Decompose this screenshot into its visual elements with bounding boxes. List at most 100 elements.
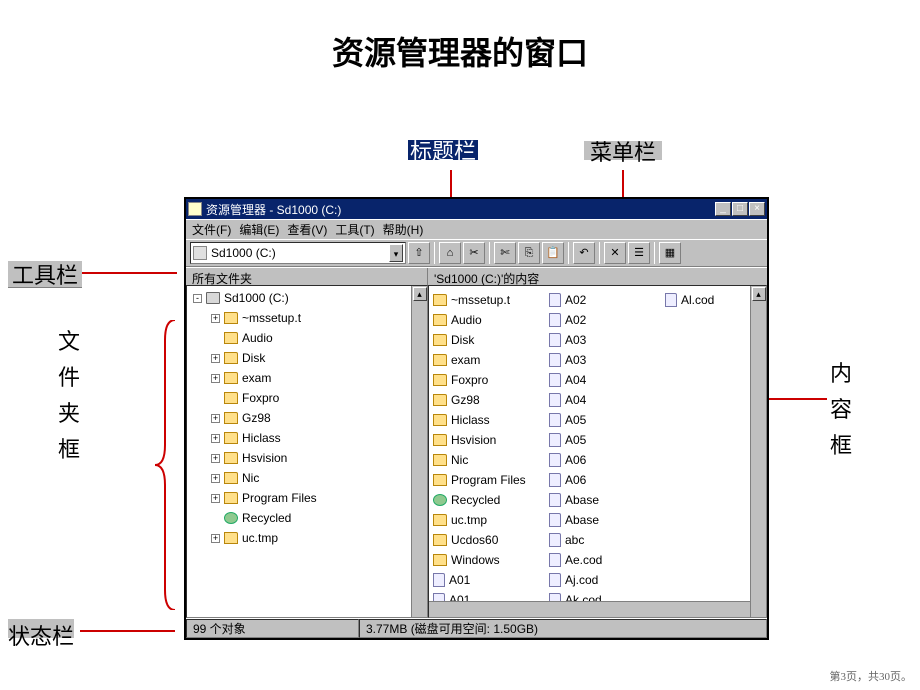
- expand-icon[interactable]: +: [211, 434, 220, 443]
- scrollbar-vertical[interactable]: ▴: [411, 286, 427, 617]
- content-list-pane[interactable]: ~mssetup.tAudioDiskexamFoxpro Gz98 Hiclass…: [428, 285, 767, 618]
- expand-icon[interactable]: +: [211, 534, 220, 543]
- pane-headers: 所有文件夹 'Sd1000 (C:)'的内容: [186, 267, 767, 285]
- list-item-label: Ucdos60: [451, 533, 498, 547]
- menu-edit[interactable]: 编辑(E): [239, 221, 279, 238]
- list-item[interactable]: Abase: [549, 510, 665, 530]
- expand-icon[interactable]: +: [211, 314, 220, 323]
- list-item[interactable]: abc: [549, 530, 665, 550]
- scrollbar-horizontal[interactable]: [429, 601, 750, 617]
- folder-icon: [224, 532, 238, 544]
- views-button[interactable]: ▦: [659, 242, 681, 264]
- list-item[interactable]: Foxpro: [433, 370, 549, 390]
- chevron-down-icon[interactable]: ▾: [389, 244, 403, 262]
- list-item[interactable]: Audio: [433, 310, 549, 330]
- list-item[interactable]: Hsvision: [433, 430, 549, 450]
- list-item[interactable]: Windows: [433, 550, 549, 570]
- cut-button[interactable]: ✄: [494, 242, 516, 264]
- tree-node[interactable]: Audio: [193, 328, 425, 348]
- list-item-label: A05: [565, 433, 586, 447]
- folder-icon: [433, 454, 447, 466]
- expand-icon[interactable]: +: [211, 354, 220, 363]
- separator: [599, 242, 600, 264]
- folder-tree-pane[interactable]: -Sd1000 (C:)+~mssetup.tAudio+Disk+examFo…: [186, 285, 428, 618]
- undo-button[interactable]: ↶: [573, 242, 595, 264]
- callout-toolbar: 工具栏: [8, 260, 82, 288]
- tree-node-label: Foxpro: [242, 388, 279, 408]
- folder-icon: [433, 374, 447, 386]
- scroll-up-icon[interactable]: ▴: [413, 287, 427, 301]
- expand-icon[interactable]: +: [211, 474, 220, 483]
- tree-node[interactable]: +Program Files: [193, 488, 425, 508]
- properties-button[interactable]: ☰: [628, 242, 650, 264]
- folder-icon: [224, 312, 238, 324]
- list-item[interactable]: Hiclass: [433, 410, 549, 430]
- slide-title: 资源管理器的窗口: [0, 0, 920, 74]
- menubar: 文件(F) 编辑(E) 查看(V) 工具(T) 帮助(H): [186, 219, 767, 239]
- menu-file[interactable]: 文件(F): [192, 221, 231, 238]
- list-item[interactable]: Gz98: [433, 390, 549, 410]
- list-item[interactable]: Ae.cod: [549, 550, 665, 570]
- list-item[interactable]: A05: [549, 410, 665, 430]
- menu-view[interactable]: 查看(V): [287, 221, 327, 238]
- delete-button[interactable]: ✕: [604, 242, 626, 264]
- list-item[interactable]: A05: [549, 430, 665, 450]
- address-combo[interactable]: Sd1000 (C:) ▾: [190, 242, 406, 264]
- separator: [489, 242, 490, 264]
- list-item[interactable]: Ucdos60: [433, 530, 549, 550]
- expand-icon[interactable]: +: [211, 374, 220, 383]
- up-button[interactable]: ⇧: [408, 242, 430, 264]
- list-item[interactable]: A02: [549, 290, 665, 310]
- map-drive-button[interactable]: ⌂: [439, 242, 461, 264]
- tree-node[interactable]: + Gz98: [193, 408, 425, 428]
- scrollbar-vertical[interactable]: ▴: [750, 286, 766, 617]
- list-item[interactable]: Nic: [433, 450, 549, 470]
- disconnect-button[interactable]: ✂: [463, 242, 485, 264]
- maximize-button[interactable]: □: [732, 202, 748, 216]
- close-button[interactable]: ×: [749, 202, 765, 216]
- tree-node[interactable]: +Hsvision: [193, 448, 425, 468]
- paste-button[interactable]: 📋: [542, 242, 564, 264]
- list-item[interactable]: Recycled: [433, 490, 549, 510]
- copy-button[interactable]: ⎘: [518, 242, 540, 264]
- list-item[interactable]: A01: [433, 570, 549, 590]
- tree-node[interactable]: +uc.tmp: [193, 528, 425, 548]
- list-item-label: Gz98: [451, 393, 480, 407]
- menu-help[interactable]: 帮助(H): [383, 221, 424, 238]
- separator: [434, 242, 435, 264]
- list-item[interactable]: A06: [549, 450, 665, 470]
- tree-node-label: Gz98: [242, 408, 271, 428]
- collapse-icon[interactable]: -: [193, 294, 202, 303]
- tree-node[interactable]: -Sd1000 (C:): [193, 288, 425, 308]
- list-item[interactable]: Program Files: [433, 470, 549, 490]
- list-item[interactable]: Aj.cod: [549, 570, 665, 590]
- tree-node[interactable]: Recycled: [193, 508, 425, 528]
- tree-node[interactable]: +exam: [193, 368, 425, 388]
- expand-icon[interactable]: +: [211, 494, 220, 503]
- tree-node[interactable]: +Hiclass: [193, 428, 425, 448]
- list-item[interactable]: ~mssetup.t: [433, 290, 549, 310]
- list-item[interactable]: A02: [549, 310, 665, 330]
- expand-icon[interactable]: +: [211, 454, 220, 463]
- menu-tools[interactable]: 工具(T): [335, 221, 374, 238]
- list-item[interactable]: A03: [549, 330, 665, 350]
- expand-icon[interactable]: +: [211, 414, 220, 423]
- list-item[interactable]: uc.tmp: [433, 510, 549, 530]
- list-item[interactable]: A03: [549, 350, 665, 370]
- list-item[interactable]: Abase: [549, 490, 665, 510]
- tree-node[interactable]: +Disk: [193, 348, 425, 368]
- list-item[interactable]: A04: [549, 390, 665, 410]
- tree-node[interactable]: Foxpro: [193, 388, 425, 408]
- tree-node[interactable]: + Nic: [193, 468, 425, 488]
- file-icon: [549, 513, 561, 527]
- tree-node[interactable]: +~mssetup.t: [193, 308, 425, 328]
- tree-node-label: Nic: [242, 468, 259, 488]
- titlebar[interactable]: 资源管理器 - Sd1000 (C:) _ □ ×: [186, 199, 767, 219]
- scroll-up-icon[interactable]: ▴: [752, 287, 766, 301]
- list-item[interactable]: exam: [433, 350, 549, 370]
- list-item[interactable]: A04: [549, 370, 665, 390]
- list-item[interactable]: A06: [549, 470, 665, 490]
- list-item[interactable]: Disk: [433, 330, 549, 350]
- folder-icon: [433, 314, 447, 326]
- minimize-button[interactable]: _: [715, 202, 731, 216]
